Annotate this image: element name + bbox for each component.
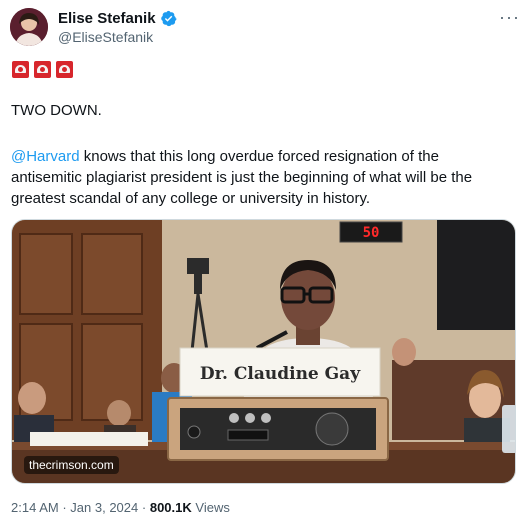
media-watermark: thecrimson.com: [24, 456, 119, 474]
handle[interactable]: @EliseStefanik: [58, 29, 153, 45]
display-name[interactable]: Elise Stefanik: [58, 10, 156, 27]
tweet-media-photo[interactable]: 50 Dr. Claudine Gay thecrimson.com: [11, 219, 516, 484]
tweet-text-line-4: greatest scandal of any college or unive…: [11, 190, 371, 207]
hearing-photo: 50 Dr. Claudine Gay: [12, 220, 515, 483]
avatar[interactable]: [10, 8, 48, 46]
tweet-card: Elise Stefanik @EliseStefanik ··· TWO DO…: [0, 0, 532, 529]
more-options-icon[interactable]: ···: [499, 8, 520, 26]
verified-badge-icon[interactable]: [160, 10, 177, 27]
meta-separator: ·: [62, 500, 67, 515]
mention-link[interactable]: @Harvard: [11, 148, 80, 165]
tweet-text-line-3: antisemitic plagiarist president is just…: [11, 169, 473, 186]
views-count[interactable]: 800.1K: [150, 500, 192, 515]
tweet-header: Elise Stefanik @EliseStefanik ···: [10, 8, 522, 50]
timer-display: 50: [363, 225, 380, 241]
tweet-text-line-2-rest: knows that this long overdue forced resi…: [79, 148, 439, 165]
avatar-image: [10, 8, 48, 46]
timestamp-time[interactable]: 2:14 AM: [11, 500, 59, 515]
tweet-text-line-2: @Harvard knows that this long overdue fo…: [11, 146, 439, 167]
police-car-light-icon: [12, 61, 29, 78]
timestamp-date[interactable]: Jan 3, 2024: [70, 500, 138, 515]
police-car-light-icon: [56, 61, 73, 78]
tweet-text-line-1: TWO DOWN.: [11, 102, 102, 119]
tweet-meta: 2:14 AM · Jan 3, 2024 · 800.1K Views: [11, 500, 230, 515]
siren-emoji-row: [12, 61, 73, 78]
name-row: Elise Stefanik: [58, 10, 177, 27]
views-label: Views: [195, 500, 230, 515]
meta-separator: ·: [141, 500, 147, 515]
police-car-light-icon: [34, 61, 51, 78]
nameplate-text: Dr. Claudine Gay: [200, 364, 361, 384]
